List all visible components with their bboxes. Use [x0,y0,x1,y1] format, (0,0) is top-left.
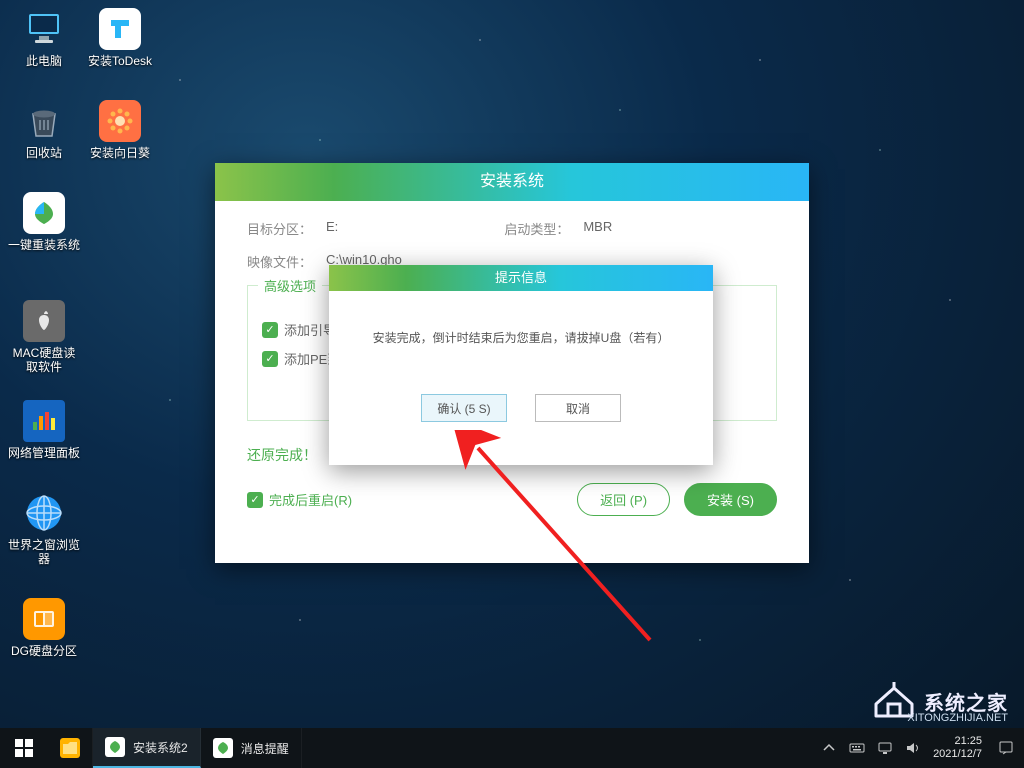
dialog-title: 提示信息 [329,265,713,291]
desktop-icon-label: 回收站 [8,146,80,160]
boot-label: 启动类型： [504,219,569,238]
desktop-icon-browser[interactable]: 世界之窗浏览器 [8,492,80,566]
install-button[interactable]: 安装 (S) [684,483,777,516]
check-icon: ✓ [262,351,278,367]
desktop-icon-label: 安装ToDesk [84,54,156,68]
check-icon: ✓ [247,492,263,508]
image-label: 映像文件： [247,252,312,271]
message-dialog: 提示信息 安装完成，倒计时结束后为您重启，请拔掉U盘（若有） 确认 (5 S) … [329,265,713,465]
desktop-icon-dg[interactable]: DG硬盘分区 [8,598,80,658]
installer-title: 安装系统 [215,163,809,201]
network-icon[interactable] [877,740,893,756]
desktop-icon-netpanel[interactable]: 网络管理面板 [8,400,80,460]
taskbar-explorer[interactable] [48,728,93,768]
time-text: 21:25 [933,735,982,748]
keyboard-icon[interactable] [849,740,865,756]
desktop-icon-label: 一键重装系统 [8,238,80,252]
checkbox-label: 完成后重启(R) [269,490,352,509]
boot-value: MBR [583,219,612,238]
desktop-icon-this-pc[interactable]: 此电脑 [8,8,80,68]
desktop-icon-label: DG硬盘分区 [8,644,80,658]
check-icon: ✓ [262,322,278,338]
volume-icon[interactable] [905,740,921,756]
confirm-button[interactable]: 确认 (5 S) [421,394,507,422]
back-button[interactable]: 返回 (P) [577,483,670,516]
date-text: 2021/12/7 [933,748,982,761]
taskbar-task-message[interactable]: 消息提醒 [201,728,302,768]
start-button[interactable] [0,728,48,768]
watermark: 系统之家 XITONGZHIJIA.NET [872,682,1008,720]
shield-icon [105,737,125,757]
desktop-icon-label: 网络管理面板 [8,446,80,460]
chevron-up-icon[interactable] [821,740,837,756]
checkbox-restart[interactable]: ✓ 完成后重启(R) [247,490,352,509]
target-label: 目标分区： [247,219,312,238]
taskbar: 安装系统2 消息提醒 21:25 2021/12/7 [0,728,1024,768]
clock[interactable]: 21:25 2021/12/7 [933,735,986,761]
windows-icon [15,739,33,757]
folder-icon [60,738,80,758]
notification-icon[interactable] [998,740,1014,756]
advanced-title: 高级选项 [258,276,322,295]
desktop-icon-macdisk[interactable]: MAC硬盘读取软件 [8,300,80,374]
desktop-icon-reinstall[interactable]: 一键重装系统 [8,192,80,252]
desktop-icon-recycle[interactable]: 回收站 [8,100,80,160]
dialog-message: 安装完成，倒计时结束后为您重启，请拔掉U盘（若有） [349,329,693,346]
desktop-icon-todesk[interactable]: 安装ToDesk [84,8,156,68]
shield-icon [213,738,233,758]
target-value: E: [326,219,338,238]
desktop-icon-label: MAC硬盘读取软件 [8,346,80,374]
taskbar-task-label: 安装系统2 [133,739,188,756]
watermark-url: XITONGZHIJIA.NET [907,712,1008,724]
taskbar-task-label: 消息提醒 [241,740,289,757]
desktop-icon-sunflower[interactable]: 安装向日葵 [84,100,156,160]
desktop-icon-label: 世界之窗浏览器 [8,538,80,566]
system-tray: 21:25 2021/12/7 [811,735,1024,761]
desktop-icon-label: 此电脑 [8,54,80,68]
cancel-button[interactable]: 取消 [535,394,621,422]
desktop-icon-label: 安装向日葵 [84,146,156,160]
taskbar-task-installer[interactable]: 安装系统2 [93,728,201,768]
